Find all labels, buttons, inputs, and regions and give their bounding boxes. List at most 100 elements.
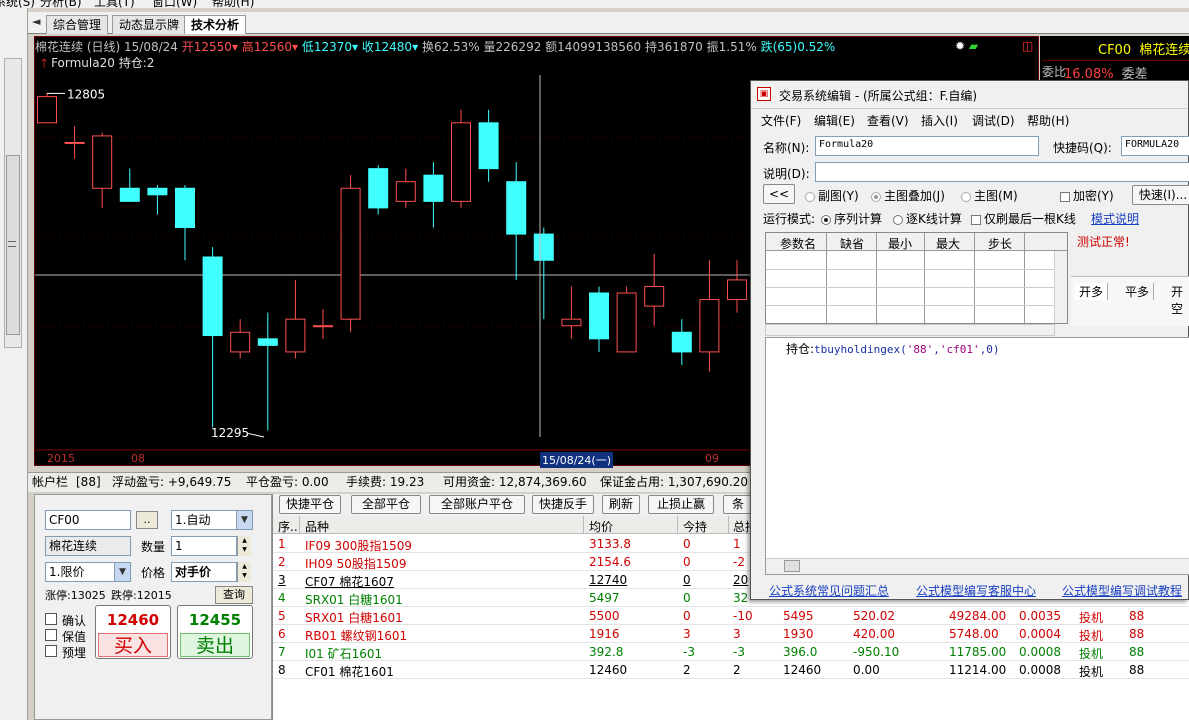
formula-code-editor[interactable]: 持仓:tbuyholdingex('88','cf01',0) <box>765 337 1189 575</box>
run-mode-label: 运行模式: <box>763 212 816 226</box>
close-all-accounts-button[interactable]: 全部账户平仓 <box>429 495 525 514</box>
cell-c3: 11785.00 <box>949 645 1007 659</box>
parameter-table[interactable]: 参数名 缺省 最小 最大 步长 <box>765 232 1068 324</box>
dialog-menu-help[interactable]: 帮助(H) <box>1027 112 1069 129</box>
option-main-chart[interactable]: 主图(M) <box>961 187 1018 204</box>
dialog-menu-file[interactable]: 文件(F) <box>761 112 801 129</box>
mode-help-link[interactable]: 模式说明 <box>1091 210 1139 227</box>
price-input[interactable]: 对手价 <box>171 562 237 582</box>
train-icon[interactable]: ▰ <box>969 39 978 53</box>
menu-item-help[interactable]: 帮助(H) <box>212 0 254 8</box>
window-icon[interactable]: ◫ <box>1022 39 1033 53</box>
table-row[interactable]: 5 SRX01 白糖1601 5500 0 -10 5495 520.02 49284.00 0… <box>273 607 1189 625</box>
vertical-scrollbar[interactable] <box>4 58 22 348</box>
tab-overview[interactable]: 综合管理 <box>46 15 109 34</box>
scrollbar-thumb[interactable] <box>784 560 800 572</box>
contract-lookup-button[interactable]: .. <box>136 511 158 529</box>
quick-close-button[interactable]: 快捷平仓 <box>279 495 341 514</box>
price-type-select[interactable]: 1.限价 ▼ <box>45 562 131 582</box>
run-mode-per-bar[interactable]: 逐K线计算 <box>893 210 962 227</box>
cell-c5: 投机 <box>1079 647 1104 661</box>
price-stepper[interactable]: ▲ ▼ <box>237 562 251 582</box>
cell-name: CF07 棉花1607 <box>305 575 394 589</box>
cell-c1: 5495 <box>783 609 814 623</box>
close-pnl: 平仓盈亏: 0.00 <box>246 475 329 489</box>
menu-item-window[interactable]: 窗口(W) <box>152 0 197 8</box>
dialog-menu-view[interactable]: 查看(V) <box>867 112 909 129</box>
quantity-input[interactable]: 1 <box>171 536 237 556</box>
tab-scroll-left-icon[interactable]: ◄ <box>32 15 40 28</box>
param-hscrollbar[interactable] <box>765 324 1055 336</box>
tutorial-link[interactable]: 公式模型编写调试教程 <box>1062 582 1182 599</box>
tab-dynamic-board[interactable]: 动态显示牌 <box>112 15 187 34</box>
description-input[interactable] <box>815 162 1189 182</box>
cell-no: 5 <box>278 609 286 623</box>
formula-name-input[interactable]: Formula20 <box>815 136 1039 156</box>
contract-name-display: 棉花连续 <box>45 536 131 556</box>
col-header-name[interactable]: 品种 <box>305 518 329 535</box>
name-label: 名称(N): <box>763 141 810 155</box>
code-hscrollbar[interactable] <box>766 558 1189 574</box>
help-links: 公式系统常见问题汇总 公式模型编写客服中心 公式模型编写调试教程 <box>751 581 1189 601</box>
confirm-checkbox[interactable] <box>45 613 57 625</box>
tab-technical-analysis[interactable]: 技术分析 <box>184 15 247 34</box>
cell-c1: 396.0 <box>783 645 818 659</box>
dialog-titlebar[interactable]: ▣ 交易系统编辑 - (所属公式组：F.自编) <box>751 81 1188 109</box>
formula-holding: 持仓:2 <box>118 56 155 70</box>
menu-item-system[interactable]: 系统(S) <box>0 0 35 8</box>
shortcut-input[interactable]: FORMULA20 <box>1121 136 1189 156</box>
dialog-menu-debug[interactable]: 调试(D) <box>972 112 1015 129</box>
cell-c4: 0.0008 <box>1019 645 1061 659</box>
chevron-down-icon[interactable]: ▼ <box>236 511 252 529</box>
support-link[interactable]: 公式模型编写客服中心 <box>916 582 1036 599</box>
cell-avg: 1916 <box>589 627 620 641</box>
tab-close-long[interactable]: 平多 <box>1121 283 1155 300</box>
menu-item-tools[interactable]: 工具(T) <box>94 0 135 8</box>
hedge-checkbox[interactable] <box>45 629 57 641</box>
param-scrollbar[interactable] <box>1054 251 1067 323</box>
code-function: tbuyholdingex <box>814 343 901 356</box>
dialog-menu-edit[interactable]: 编辑(E) <box>814 112 855 129</box>
encrypt-option[interactable]: 加密(Y) <box>1060 187 1114 204</box>
refresh-button[interactable]: 刷新 <box>602 495 640 514</box>
chart-symbol-name: 棉花连续 (日线) <box>35 40 121 54</box>
preset-checkbox[interactable] <box>45 645 57 657</box>
sell-button[interactable]: 12455 卖出 <box>177 605 253 659</box>
run-mode-sequence[interactable]: 序列计算 <box>821 210 882 227</box>
chevron-down-icon[interactable]: ▼ <box>114 563 130 581</box>
last-bar-only-option[interactable]: 仅刷最后一根K线 <box>971 210 1076 227</box>
col-header-avg[interactable]: 均价 <box>589 518 613 535</box>
cell-today: 0 <box>683 573 691 587</box>
candle-body <box>561 318 582 327</box>
order-panel: CF00 .. 1.自动 ▼ 棉花连续 数量 1 ▲ ▼ 1.限价 ▼ 价格 对手… <box>34 494 272 720</box>
quick-reverse-button[interactable]: 快捷反手 <box>532 495 594 514</box>
condition-button[interactable]: 条 <box>723 495 753 514</box>
table-row[interactable]: 8 CF01 棉花1601 12460 2 2 12460 0.00 11214.00 0.00… <box>273 661 1189 679</box>
query-button[interactable]: 查询 <box>215 586 253 604</box>
cell-c2: 0.00 <box>853 663 880 677</box>
stop-loss-button[interactable]: 止损止赢 <box>648 495 714 514</box>
table-row[interactable]: 6 RB01 螺纹钢1601 1916 3 3 1930 420.00 5748.00 0.00… <box>273 625 1189 643</box>
col-header-today[interactable]: 今持 <box>683 518 707 535</box>
collapse-button[interactable]: << <box>763 184 795 204</box>
date-axis-year: 2015 <box>47 452 75 465</box>
faq-link[interactable]: 公式系统常见问题汇总 <box>769 582 889 599</box>
tab-open-short[interactable]: 开空 <box>1167 283 1189 317</box>
quantity-stepper[interactable]: ▲ ▼ <box>237 536 251 556</box>
close-all-button[interactable]: 全部平仓 <box>351 495 421 514</box>
chart-open-interest: 持361870 <box>644 40 703 54</box>
buy-button[interactable]: 12460 买入 <box>95 605 171 659</box>
dialog-menu-insert[interactable]: 插入(I) <box>921 112 958 129</box>
option-subchart[interactable]: 副图(Y) <box>805 187 859 204</box>
gear-icon[interactable]: ✹ <box>955 39 965 53</box>
cell-avg: 5497 <box>589 591 620 605</box>
contract-code-input[interactable]: CF00 <box>45 510 131 530</box>
menu-item-analysis[interactable]: 分析(B) <box>40 0 82 8</box>
open-close-mode-select[interactable]: 1.自动 ▼ <box>171 510 253 530</box>
fast-button[interactable]: 快速(I)... <box>1132 185 1189 205</box>
table-row[interactable]: 7 I01 矿石1601 392.8 -3 -3 396.0 -950.10 11785.00… <box>273 643 1189 661</box>
option-main-overlay[interactable]: 主图叠加(J) <box>871 187 945 204</box>
col-header-no[interactable]: 序.. <box>278 518 298 535</box>
dialog-menu: 文件(F) 编辑(E) 查看(V) 插入(I) 调试(D) 帮助(H) <box>751 110 1188 130</box>
tab-open-long[interactable]: 开多 <box>1075 283 1109 300</box>
